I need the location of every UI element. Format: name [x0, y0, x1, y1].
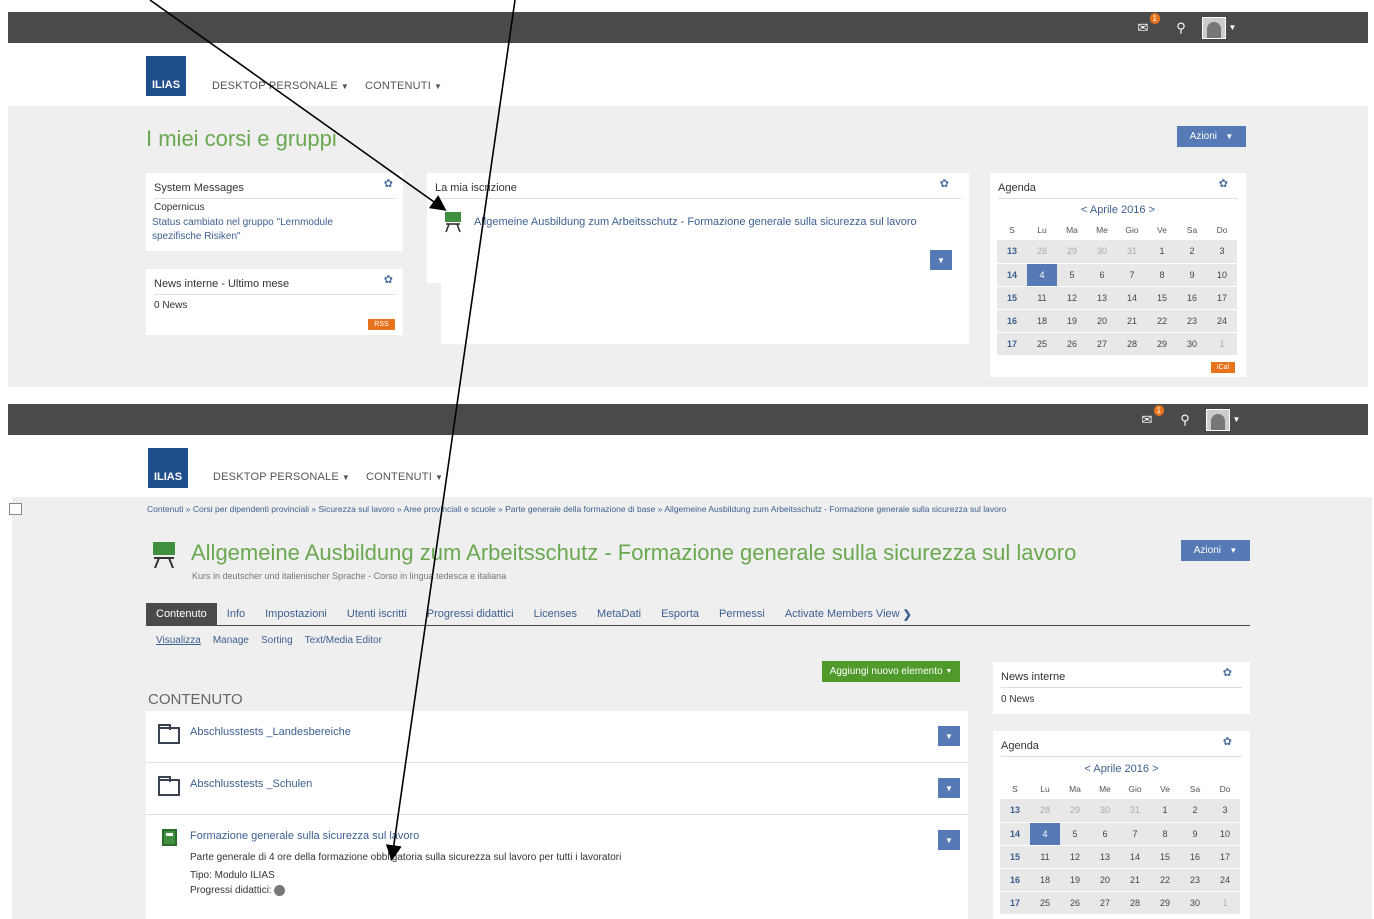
arrow-line [149, 0, 447, 211]
annotation-arrows [149, 0, 516, 862]
arrow-line [385, 0, 516, 862]
